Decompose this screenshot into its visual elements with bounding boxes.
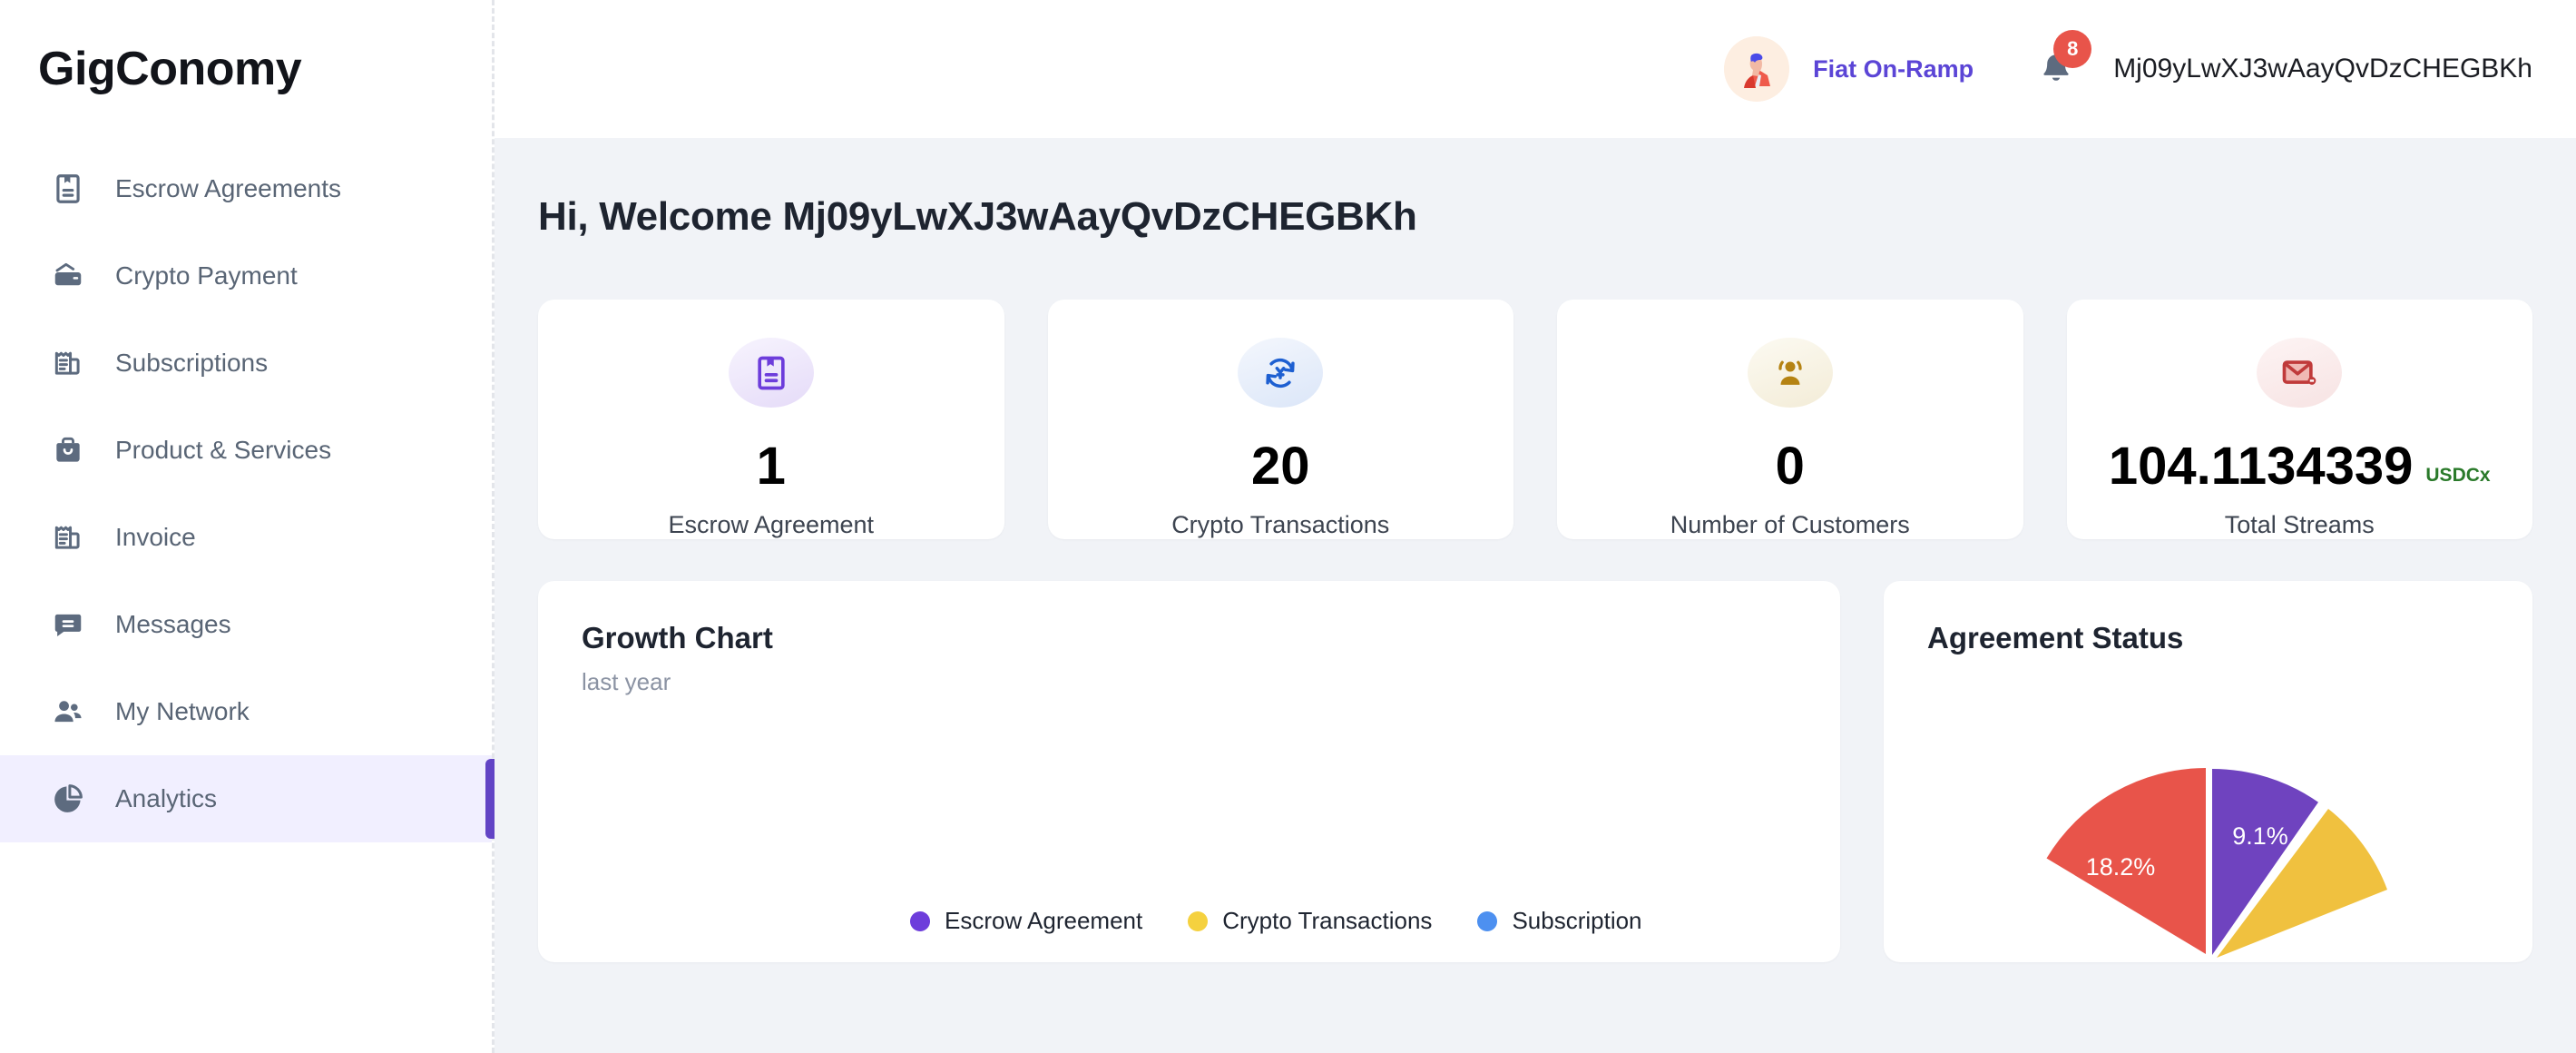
stat-label: Number of Customers <box>1670 511 1910 538</box>
legend-label: Escrow Agreement <box>945 907 1143 934</box>
book-bookmark-icon <box>50 171 86 207</box>
sidebar-item-messages[interactable]: Messages <box>0 581 492 668</box>
stat-label: Total Streams <box>2224 511 2375 538</box>
sidebar-item-subscriptions[interactable]: Subscriptions <box>0 320 492 407</box>
card-value-row: 104.1134339 USDCx <box>2109 440 2491 493</box>
growth-chart-panel: Growth Chart last year Escrow Agreement … <box>538 581 1840 962</box>
agreement-status-panel: Agreement Status 18.2% 9.1% <box>1884 581 2532 962</box>
pie-svg: 18.2% 9.1% <box>2046 768 2387 958</box>
legend-dot-icon <box>910 910 930 931</box>
stat-card-total-streams[interactable]: 104.1134339 USDCx Total Streams <box>2066 300 2532 539</box>
stat-value: 0 <box>1775 437 1805 496</box>
card-value-row: 20 <box>1251 440 1310 493</box>
wallet-address[interactable]: Mj09yLwXJ3wAayQvDzCHEGBKh <box>2113 54 2532 84</box>
people-icon <box>1778 360 1802 385</box>
stat-value: 104.1134339 <box>2108 437 2414 496</box>
legend-label: Crypto Transactions <box>1222 907 1433 934</box>
sidebar-item-analytics[interactable]: Analytics <box>0 755 495 842</box>
card-icon-wrap <box>1238 338 1324 408</box>
legend-dot-icon <box>1188 910 1209 931</box>
stat-cards-row: 1 Escrow Agreement 20 Crypto Transaction… <box>538 300 2532 539</box>
brand-name: GigConomy <box>38 43 302 95</box>
sidebar-item-label: Escrow Agreements <box>115 174 341 202</box>
legend-item-crypto-transactions[interactable]: Crypto Transactions <box>1188 907 1432 935</box>
growth-chart-subtitle: last year <box>582 668 671 695</box>
page-title: Hi, Welcome Mj09yLwXJ3wAayQvDzCHEGBKh <box>538 194 1417 239</box>
legend-label: Subscription <box>1512 907 1642 934</box>
chat-icon <box>50 606 86 643</box>
sidebar-item-crypto-payment[interactable]: Crypto Payment <box>0 232 492 320</box>
stat-unit-badge: USDCx <box>2425 465 2491 486</box>
wallet-icon <box>50 258 86 294</box>
card-value-row: 1 <box>757 440 786 493</box>
agreement-status-pie-chart: 18.2% 9.1% <box>2013 759 2404 962</box>
growth-chart-title: Growth Chart <box>582 621 773 654</box>
pie-label-red: 18.2% <box>2085 853 2155 881</box>
sidebar-item-product-services[interactable]: Product & Services <box>0 407 492 494</box>
sidebar-item-label: Invoice <box>115 523 196 551</box>
sidebar-item-label: Crypto Payment <box>115 261 298 290</box>
stat-card-crypto-transactions[interactable]: 20 Crypto Transactions <box>1047 300 1513 539</box>
growth-chart-legend: Escrow Agreement Crypto Transactions Sub… <box>910 907 1642 935</box>
sidebar-item-invoice[interactable]: Invoice <box>0 494 492 581</box>
pie-chart-icon <box>50 781 86 817</box>
card-icon-wrap <box>2257 338 2343 408</box>
top-bar: Fiat On-Ramp 8 Mj09yLwXJ3wAayQvDzCHEGBKh <box>495 0 2576 138</box>
sidebar-item-label: Product & Services <box>115 436 332 464</box>
dashboard-content: Hi, Welcome Mj09yLwXJ3wAayQvDzCHEGBKh 1 <box>495 138 2576 1053</box>
sidebar-item-label: Analytics <box>115 784 218 812</box>
main-area: Fiat On-Ramp 8 Mj09yLwXJ3wAayQvDzCHEGBKh… <box>495 0 2576 1053</box>
legend-item-escrow-agreement[interactable]: Escrow Agreement <box>910 907 1142 935</box>
card-icon-wrap <box>728 338 814 408</box>
sidebar-nav: Escrow Agreements Crypto Payment Subscri… <box>0 138 495 842</box>
book-bookmark-icon <box>758 356 785 389</box>
card-icon-wrap <box>1747 338 1833 408</box>
notification-count-badge: 8 <box>2053 30 2092 68</box>
app-root: GigConomy Escrow Agreements Crypto Payme… <box>0 0 2576 1053</box>
fiat-onramp-link[interactable]: Fiat On-Ramp <box>1813 55 1974 84</box>
card-value-row: 0 <box>1776 440 1805 493</box>
legend-item-subscription[interactable]: Subscription <box>1477 907 1642 935</box>
sidebar-item-my-network[interactable]: My Network <box>0 668 492 755</box>
legend-dot-icon <box>1477 910 1498 931</box>
user-avatar-icon[interactable] <box>1724 36 1790 102</box>
sidebar-item-label: My Network <box>115 697 250 725</box>
sidebar-item-label: Subscriptions <box>115 349 269 377</box>
sidebar-item-label: Messages <box>115 610 231 638</box>
stat-label: Escrow Agreement <box>668 511 875 538</box>
brand-logo[interactable]: GigConomy <box>0 0 492 138</box>
charts-row: Growth Chart last year Escrow Agreement … <box>538 581 2532 962</box>
sidebar: GigConomy Escrow Agreements Crypto Payme… <box>0 0 495 1053</box>
stat-card-number-of-customers[interactable]: 0 Number of Customers <box>1557 300 2023 539</box>
stat-value: 1 <box>756 437 786 496</box>
receipt-icon <box>50 345 86 381</box>
pie-label-purple: 9.1% <box>2232 822 2288 850</box>
receipt-icon <box>50 519 86 556</box>
stat-label: Crypto Transactions <box>1171 511 1390 538</box>
people-icon <box>50 694 86 730</box>
sidebar-item-escrow-agreements[interactable]: Escrow Agreements <box>0 145 492 232</box>
stat-value: 20 <box>1250 437 1310 496</box>
bag-icon <box>50 432 86 468</box>
envelope-icon <box>2282 359 2316 385</box>
currency-exchange-icon <box>1266 358 1295 388</box>
agreement-status-title: Agreement Status <box>1927 621 2184 654</box>
stat-card-escrow-agreement[interactable]: 1 Escrow Agreement <box>538 300 1004 539</box>
notification-bell-button[interactable]: 8 <box>2032 30 2092 97</box>
